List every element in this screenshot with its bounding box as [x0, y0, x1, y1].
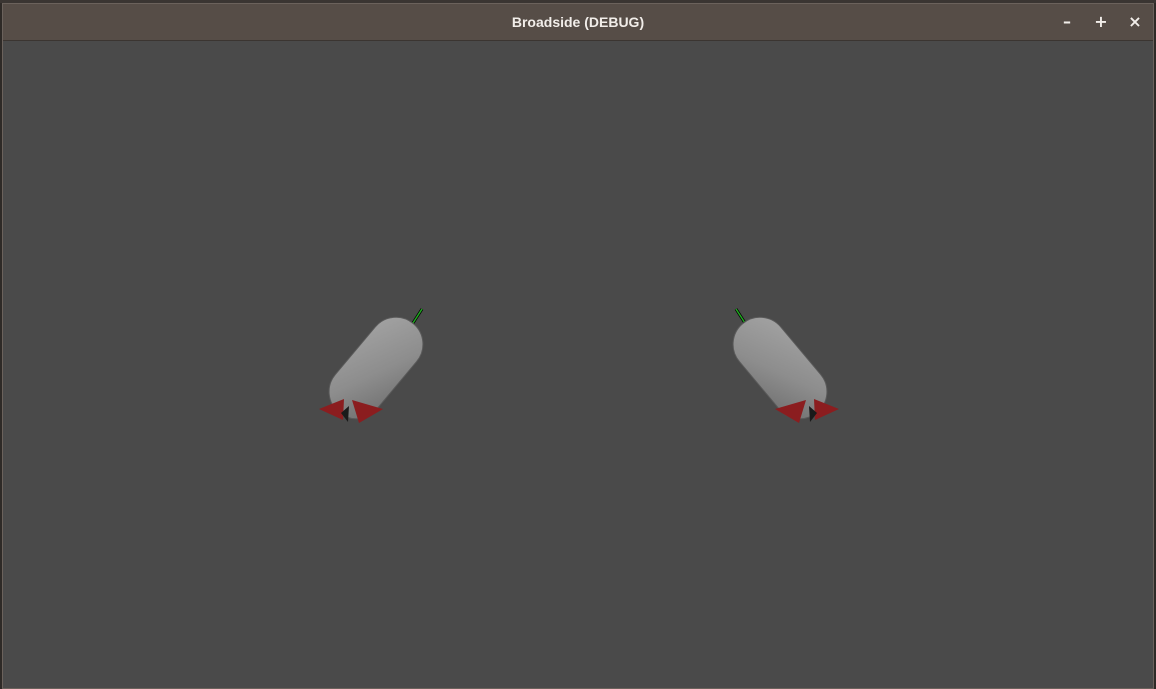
window-titlebar[interactable]: Broadside (DEBUG) – + × — [3, 4, 1153, 41]
app-window: Broadside (DEBUG) – + × — [2, 3, 1154, 689]
ship-right — [732, 308, 839, 423]
minimize-button[interactable]: – — [1055, 10, 1079, 34]
heading-marker — [412, 308, 423, 324]
ship-left — [319, 308, 424, 423]
thruster-right — [814, 399, 839, 420]
window-title: Broadside (DEBUG) — [511, 14, 645, 30]
game-scene — [319, 308, 839, 423]
heading-marker — [735, 308, 746, 324]
close-button[interactable]: × — [1123, 10, 1147, 34]
maximize-button[interactable]: + — [1089, 10, 1113, 34]
game-viewport[interactable] — [3, 41, 1153, 688]
